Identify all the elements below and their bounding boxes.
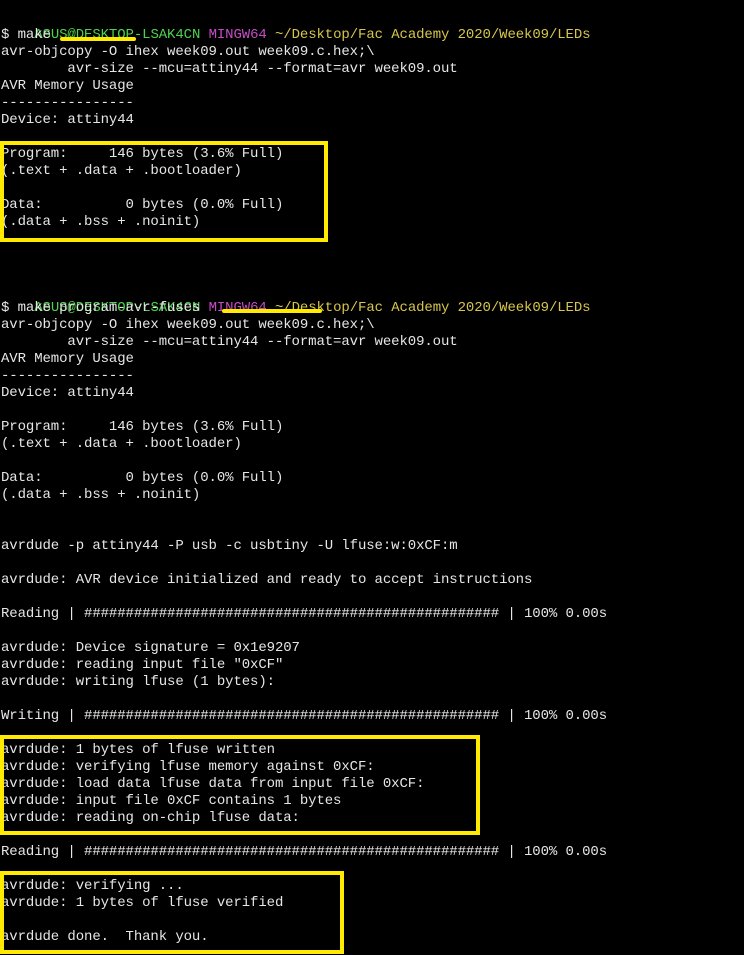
prompt-shell: MINGW64 [208, 27, 267, 43]
output-line: Writing | ##############################… [1, 708, 608, 724]
highlight-underline [222, 309, 322, 313]
output-line: Data: 0 bytes (0.0% Full) [1, 470, 284, 486]
output-line: avrdude: reading input file "0xCF" [1, 657, 284, 673]
prompt-line: ASUS@DESKTOP-LSAK4CN MINGW64 ~/Desktop/F… [1, 283, 590, 316]
output-line: Reading | ##############################… [1, 844, 608, 860]
output-line: avr-size --mcu=attiny44 --format=avr wee… [1, 61, 458, 77]
output-line: avrdude: AVR device initialized and read… [1, 572, 533, 588]
prompt-line: ASUS@DESKTOP-LSAK4CN MINGW64 ~/Desktop/F… [1, 10, 590, 43]
output-line: AVR Memory Usage [1, 78, 134, 94]
terminal-window[interactable]: ASUS@DESKTOP-LSAK4CN MINGW64 ~/Desktop/F… [0, 0, 744, 955]
output-line: Device: attiny44 [1, 112, 134, 128]
output-line: (.data + .bss + .noinit) [1, 487, 201, 503]
output-line: ---------------- [1, 95, 134, 111]
prompt-path: ~/Desktop/Fac Academy 2020/Week09/LEDs [275, 300, 591, 316]
prompt-shell: MINGW64 [208, 300, 267, 316]
highlight-underline [60, 37, 136, 41]
output-line: avrdude -p attiny44 -P usb -c usbtiny -U… [1, 538, 458, 554]
output-line: avr-objcopy -O ihex week09.out week09.c.… [1, 317, 375, 333]
output-line: avrdude: Device signature = 0x1e9207 [1, 640, 300, 656]
output-line: avr-objcopy -O ihex week09.out week09.c.… [1, 44, 375, 60]
output-line: Program: 146 bytes (3.6% Full) [1, 419, 284, 435]
output-line: avrdude: writing lfuse (1 bytes): [1, 674, 275, 690]
highlight-box [0, 141, 328, 242]
prompt-path: ~/Desktop/Fac Academy 2020/Week09/LEDs [275, 27, 591, 43]
highlight-box [0, 871, 344, 954]
command-line: $ make [1, 27, 51, 43]
output-line: Reading | ##############################… [1, 606, 608, 622]
output-line: AVR Memory Usage [1, 351, 134, 367]
output-line: Device: attiny44 [1, 385, 134, 401]
command-line: $ make program-avr-fuses [1, 300, 201, 316]
highlight-box [0, 735, 480, 835]
output-line: (.text + .data + .bootloader) [1, 436, 242, 452]
output-line: avr-size --mcu=attiny44 --format=avr wee… [1, 334, 458, 350]
output-line: ---------------- [1, 368, 134, 384]
